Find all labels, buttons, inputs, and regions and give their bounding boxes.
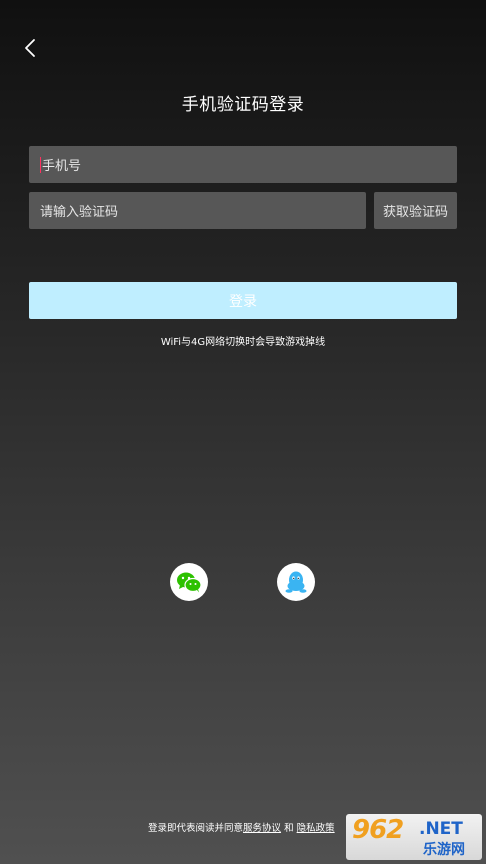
phone-input[interactable]: 手机号 (29, 146, 457, 183)
code-placeholder: 请输入验证码 (40, 205, 119, 220)
agreement-conjunction: 和 (284, 823, 294, 834)
chevron-left-icon (25, 39, 35, 57)
page-title: 手机验证码登录 (181, 95, 305, 115)
qq-login-button[interactable] (277, 563, 315, 601)
privacy-policy-link[interactable]: 隐私政策 (297, 823, 335, 834)
watermark-name: 乐游网 (423, 842, 465, 858)
agreement-text: 登录即代表阅读并同意服务协议 和 隐私政策 (148, 820, 335, 834)
site-watermark: 962 .NET 乐游网 (346, 814, 482, 860)
login-button[interactable]: 登录 (29, 282, 457, 319)
phone-placeholder: 手机号 (42, 159, 82, 174)
verification-code-input[interactable]: 请输入验证码 (29, 192, 366, 229)
service-agreement-link[interactable]: 服务协议 (243, 823, 281, 834)
back-button[interactable] (16, 34, 44, 62)
watermark-domain: .NET (419, 819, 463, 839)
watermark-number: 962 (352, 815, 404, 845)
wechat-login-button[interactable] (170, 563, 208, 601)
qq-icon (285, 571, 307, 593)
agreement-prefix: 登录即代表阅读并同意 (148, 823, 244, 834)
wechat-icon (177, 572, 202, 593)
network-tip: WiFi与4G网络切换时会导致游戏掉线 (160, 337, 326, 348)
text-cursor (40, 156, 41, 173)
get-code-button[interactable]: 获取验证码 (374, 192, 457, 229)
